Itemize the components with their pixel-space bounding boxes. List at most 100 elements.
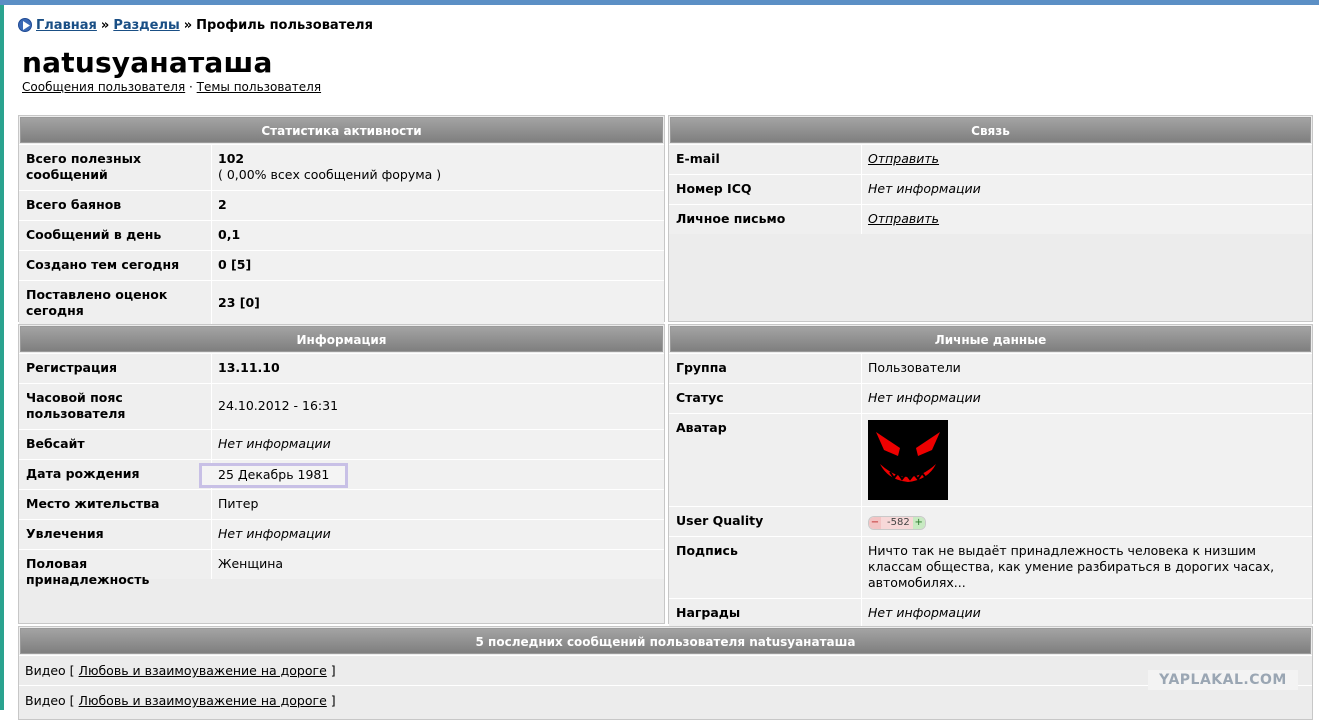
post-item: Видео [ Любовь и взаимоуважение на дорог…	[19, 655, 1312, 685]
user-posts-link[interactable]: Сообщения пользователя	[22, 80, 185, 94]
profile-links: Сообщения пользователя · Темы пользовате…	[22, 80, 321, 94]
info-value: Питер	[212, 490, 664, 519]
stats-value: 2	[212, 191, 664, 220]
personal-panel: Личные данные Группа Пользователи Статус…	[668, 324, 1313, 628]
info-value: 25 Декабрь 1981	[199, 460, 664, 489]
quality-score: -582	[881, 517, 913, 529]
info-value: 24.10.2012 - 16:31	[212, 384, 664, 429]
post-category: Видео	[25, 693, 66, 708]
info-label: Регистрация	[19, 354, 212, 383]
contact-value: Отправить	[862, 205, 1312, 234]
info-panel-title: Информация	[20, 326, 663, 352]
personal-label: Награды	[669, 599, 862, 628]
contact-panel-title: Связь	[670, 117, 1311, 143]
info-row: Увлечения Нет информации	[19, 519, 664, 549]
info-label: Место жительства	[19, 490, 212, 519]
personal-label: User Quality	[669, 507, 862, 536]
top-accent-bar	[0, 0, 1319, 5]
breadcrumb-home-link[interactable]: Главная	[36, 18, 97, 33]
info-label: Дата рождения	[19, 460, 212, 489]
latest-posts-panel: 5 последних сообщений пользователя natus…	[18, 626, 1313, 720]
personal-value: − -582 +	[862, 507, 1312, 536]
personal-value: Нет информации	[862, 384, 1312, 413]
contact-label: Личное письмо	[669, 205, 862, 234]
personal-label: Подпись	[669, 537, 862, 598]
personal-panel-title: Личные данные	[670, 326, 1311, 352]
contact-row: E-mail Отправить	[669, 144, 1312, 174]
stats-panel: Статистика активности Всего полезных соо…	[18, 115, 665, 326]
stats-label: Всего полезных сообщений	[19, 145, 212, 190]
info-row: Регистрация 13.11.10	[19, 353, 664, 383]
user-topics-link[interactable]: Темы пользователя	[197, 80, 321, 94]
info-value: Нет информации	[212, 520, 664, 549]
stats-label: Сообщений в день	[19, 221, 212, 250]
info-label: Часовой пояс пользователя	[19, 384, 212, 429]
info-row: Вебсайт Нет информации	[19, 429, 664, 459]
stats-value: 23 [0]	[212, 281, 664, 326]
post-item: Видео [ Любовь и взаимоуважение на дорог…	[19, 685, 1312, 715]
link-separator: ·	[189, 80, 193, 94]
personal-label: Аватар	[669, 414, 862, 506]
info-label: Увлечения	[19, 520, 212, 549]
bracket-close: ]	[330, 663, 336, 678]
bracket-open: [	[69, 663, 75, 678]
info-row: Часовой пояс пользователя 24.10.2012 - 1…	[19, 383, 664, 429]
personal-row: Награды Нет информации	[669, 598, 1312, 628]
contact-row: Личное письмо Отправить	[669, 204, 1312, 234]
breadcrumb: Главная » Разделы » Профиль пользователя	[18, 16, 373, 34]
contact-panel: Связь E-mail Отправить Номер ICQ Нет инф…	[668, 115, 1313, 322]
stats-row: Создано тем сегодня 0 [5]	[19, 250, 664, 280]
info-row: Место жительства Питер	[19, 489, 664, 519]
info-value: 13.11.10	[212, 354, 664, 383]
email-send-link[interactable]: Отправить	[868, 151, 939, 166]
page-title: natusyанаташа	[22, 46, 273, 79]
stats-value: 0 [5]	[212, 251, 664, 280]
contact-row: Номер ICQ Нет информации	[669, 174, 1312, 204]
contact-label: Номер ICQ	[669, 175, 862, 204]
personal-row: Подпись Ничто так не выдаёт принадлежнос…	[669, 536, 1312, 598]
latest-posts-title: 5 последних сообщений пользователя natus…	[20, 628, 1311, 654]
personal-label: Группа	[669, 354, 862, 383]
play-icon	[18, 18, 32, 32]
personal-row: Группа Пользователи	[669, 353, 1312, 383]
birthdate-highlight: 25 Декабрь 1981	[199, 463, 349, 488]
stats-label: Поставлено оценок сегодня	[19, 281, 212, 326]
quality-minus-button[interactable]: −	[869, 517, 881, 529]
info-panel: Информация Регистрация 13.11.10 Часовой …	[18, 324, 665, 624]
stats-row: Сообщений в день 0,1	[19, 220, 664, 250]
left-accent-bar	[0, 5, 4, 710]
personal-value: Нет информации	[862, 599, 1312, 628]
stats-value: 0,1	[212, 221, 664, 250]
stats-row: Всего баянов 2	[19, 190, 664, 220]
stats-label: Создано тем сегодня	[19, 251, 212, 280]
user-quality-widget: − -582 +	[868, 516, 926, 530]
breadcrumb-sections-link[interactable]: Разделы	[113, 18, 179, 33]
private-message-link[interactable]: Отправить	[868, 211, 939, 226]
info-value: Нет информации	[212, 430, 664, 459]
stats-panel-title: Статистика активности	[20, 117, 663, 143]
personal-row: User Quality − -582 +	[669, 506, 1312, 536]
post-link[interactable]: Любовь и взаимоуважение на дороге	[79, 693, 327, 708]
personal-value	[862, 414, 1312, 506]
bracket-close: ]	[330, 693, 336, 708]
personal-value: Пользователи	[862, 354, 1312, 383]
post-link[interactable]: Любовь и взаимоуважение на дороге	[79, 663, 327, 678]
info-row: Половая принадлежность Женщина	[19, 549, 664, 587]
stats-value-sub: ( 0,00% всех сообщений форума )	[218, 167, 442, 182]
info-row: Дата рождения 25 Декабрь 1981	[19, 459, 664, 489]
personal-value: Ничто так не выдаёт принадлежность челов…	[862, 537, 1312, 598]
breadcrumb-separator: »	[100, 17, 110, 33]
personal-label: Статус	[669, 384, 862, 413]
contact-value: Отправить	[862, 145, 1312, 174]
quality-plus-button[interactable]: +	[912, 517, 925, 529]
info-label: Вебсайт	[19, 430, 212, 459]
stats-row: Всего полезных сообщений 102 ( 0,00% все…	[19, 144, 664, 190]
contact-label: E-mail	[669, 145, 862, 174]
avatar	[868, 420, 948, 500]
stats-row: Поставлено оценок сегодня 23 [0]	[19, 280, 664, 326]
info-label: Половая принадлежность	[19, 550, 212, 587]
breadcrumb-separator: »	[183, 17, 193, 33]
stats-value-number: 102	[218, 151, 245, 166]
contact-value: Нет информации	[862, 175, 1312, 204]
site-watermark: YAPLAKAL.COM	[1148, 670, 1298, 690]
